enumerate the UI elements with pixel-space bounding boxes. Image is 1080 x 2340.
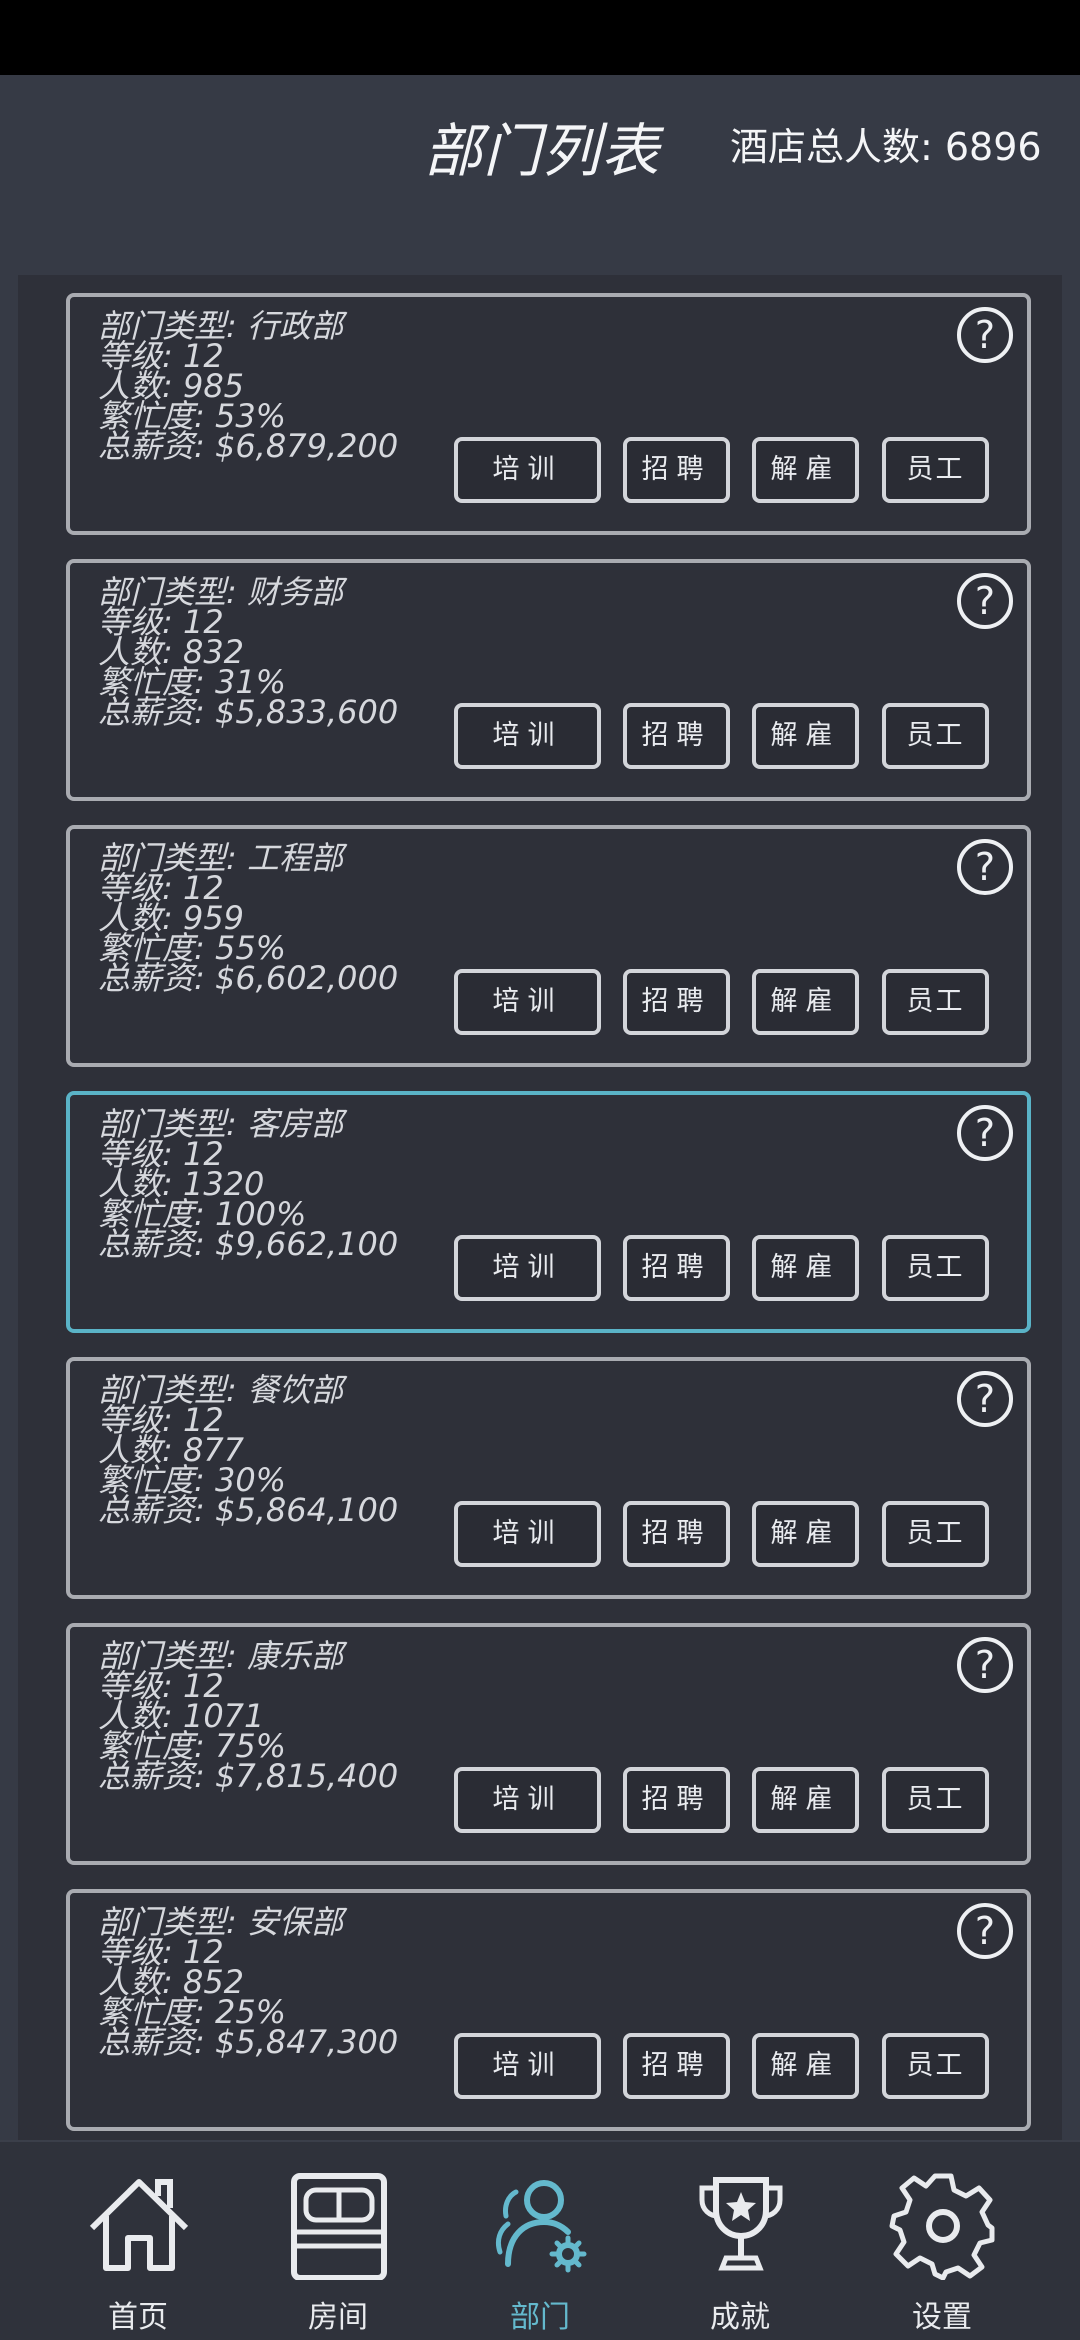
bed-icon [291,2173,387,2280]
train-button[interactable]: 培训 [454,437,601,503]
department-salary: 总薪资: $9,662,100 [98,1225,399,1263]
department-list[interactable]: 部门类型: 行政部 等级: 12 人数: 985 繁忙度: 53% 总薪资: $… [18,275,1062,2140]
train-button[interactable]: 培训 [454,969,601,1035]
department-card: 部门类型: 安保部 等级: 12 人数: 852 繁忙度: 25% 总薪资: $… [66,1889,1031,2131]
staff-button[interactable]: 员工 [882,1235,989,1301]
home-icon [89,2179,189,2271]
department-salary: 总薪资: $5,833,600 [98,693,399,731]
staff-button[interactable]: 员工 [882,1501,989,1567]
train-button[interactable]: 培训 [454,2033,601,2099]
hire-button[interactable]: 招聘 [623,1767,730,1833]
staff-button[interactable]: 员工 [882,703,989,769]
nav-achievements[interactable]: 成就 [640,2142,840,2340]
fire-button[interactable]: 解雇 [752,969,859,1035]
staff-button[interactable]: 员工 [882,2033,989,2099]
department-card: 部门类型: 餐饮部 等级: 12 人数: 877 繁忙度: 30% 总薪资: $… [66,1357,1031,1599]
department-card: 部门类型: 行政部 等级: 12 人数: 985 繁忙度: 53% 总薪资: $… [66,293,1031,535]
train-button[interactable]: 培训 [454,703,601,769]
nav-label: 部门 [510,2300,570,2335]
fire-button[interactable]: 解雇 [752,1235,859,1301]
department-card-selected: 部门类型: 客房部 等级: 12 人数: 1320 繁忙度: 100% 总薪资:… [66,1091,1031,1333]
gear-icon [889,2173,995,2280]
help-icon[interactable]: ? [957,1105,1013,1161]
hire-button[interactable]: 招聘 [623,1501,730,1567]
department-salary: 总薪资: $5,864,100 [98,1491,399,1529]
hire-button[interactable]: 招聘 [623,437,730,503]
nav-label: 房间 [308,2300,368,2335]
nav-home[interactable]: 首页 [38,2142,238,2340]
department-card: 部门类型: 康乐部 等级: 12 人数: 1071 繁忙度: 75% 总薪资: … [66,1623,1031,1865]
nav-label: 成就 [710,2300,770,2335]
help-icon[interactable]: ? [957,1637,1013,1693]
page-title: 部门列表 [424,117,661,185]
bottom-navigation: 首页 房间 部门 成就 设置 [0,2140,1080,2340]
nav-rooms[interactable]: 房间 [238,2142,438,2340]
department-salary: 总薪资: $5,847,300 [98,2023,399,2061]
train-button[interactable]: 培训 [454,1501,601,1567]
help-icon[interactable]: ? [957,573,1013,629]
staff-button[interactable]: 员工 [882,437,989,503]
nav-settings[interactable]: 设置 [842,2142,1042,2340]
train-button[interactable]: 培训 [454,1767,601,1833]
help-icon[interactable]: ? [957,1371,1013,1427]
hire-button[interactable]: 招聘 [623,1235,730,1301]
department-users-gear-icon [495,2180,587,2273]
department-salary: 总薪资: $6,602,000 [98,959,399,997]
help-icon[interactable]: ? [957,1903,1013,1959]
status-bar [0,0,1080,75]
hire-button[interactable]: 招聘 [623,969,730,1035]
fire-button[interactable]: 解雇 [752,1501,859,1567]
nav-departments[interactable]: 部门 [440,2142,640,2340]
fire-button[interactable]: 解雇 [752,2033,859,2099]
help-icon[interactable]: ? [957,307,1013,363]
train-button[interactable]: 培训 [454,1235,601,1301]
nav-label: 设置 [912,2300,972,2335]
department-card: 部门类型: 财务部 等级: 12 人数: 832 繁忙度: 31% 总薪资: $… [66,559,1031,801]
department-salary: 总薪资: $6,879,200 [98,427,399,465]
hire-button[interactable]: 招聘 [623,2033,730,2099]
hire-button[interactable]: 招聘 [623,703,730,769]
fire-button[interactable]: 解雇 [752,437,859,503]
nav-label: 首页 [108,2300,168,2335]
trophy-star-icon [699,2177,783,2271]
fire-button[interactable]: 解雇 [752,1767,859,1833]
department-salary: 总薪资: $7,815,400 [98,1757,399,1795]
staff-button[interactable]: 员工 [882,969,989,1035]
department-card: 部门类型: 工程部 等级: 12 人数: 959 繁忙度: 55% 总薪资: $… [66,825,1031,1067]
help-icon[interactable]: ? [957,839,1013,895]
fire-button[interactable]: 解雇 [752,703,859,769]
hotel-total-staff: 酒店总人数: 6896 [730,125,1042,169]
staff-button[interactable]: 员工 [882,1767,989,1833]
